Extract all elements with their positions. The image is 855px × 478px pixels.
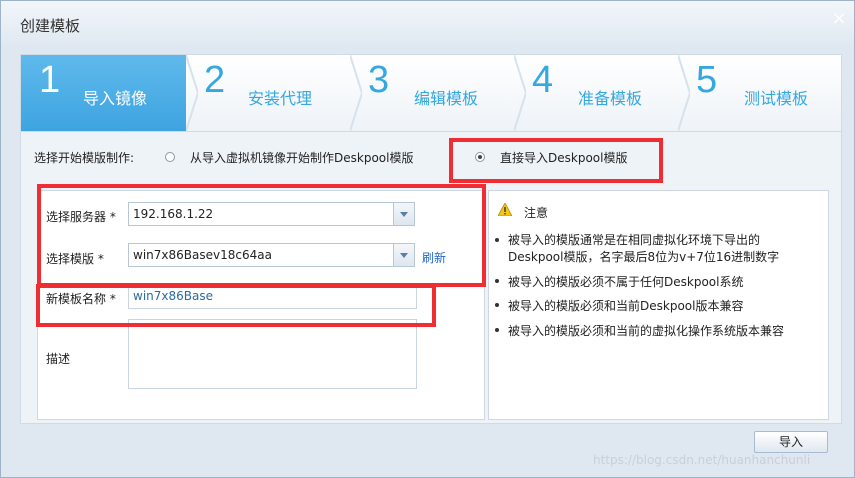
note-item-4: 被导入的模版必须和当前Deskpool版本兼容 <box>508 299 744 313</box>
dialog-title: 创建模板 <box>20 17 81 35</box>
template-select-value: win7x86Basev18c64aa <box>133 248 272 262</box>
note-item-5: 被导入的模版必须和当前的虚拟化操作系统版本兼容 <box>508 324 785 338</box>
step-label: 编辑模板 <box>414 89 479 108</box>
server-select-value: 192.168.1.22 <box>133 207 214 221</box>
step-label: 导入镜像 <box>83 89 148 108</box>
close-icon[interactable]: × <box>829 9 849 29</box>
mode-label: 选择开始模版制作: <box>34 151 135 165</box>
step-label: 测试模板 <box>744 89 809 108</box>
chevron-down-icon[interactable] <box>393 203 414 225</box>
wizard-steps: 1 导入镜像 2 安装代理 3 编辑模板 4 准备模板 5 测试模板 <box>20 54 842 132</box>
note-item-1: 被导入的模版通常是在相同虚拟化环境下导出的 <box>508 233 761 247</box>
step-install-agent[interactable]: 2 安装代理 <box>186 55 350 131</box>
step-number: 3 <box>368 59 390 101</box>
import-button[interactable]: 导入 <box>754 431 828 453</box>
step-test-template[interactable]: 5 测试模板 <box>678 55 841 131</box>
step-label: 安装代理 <box>248 89 313 108</box>
bullet-icon <box>495 303 499 307</box>
dialog-titlebar: 创建模板 × <box>1 1 854 47</box>
step-number: 2 <box>204 59 226 101</box>
template-label: 选择模版 * <box>46 252 104 266</box>
template-select[interactable]: win7x86Basev18c64aa <box>128 243 415 267</box>
note-title: 注意 <box>524 206 549 220</box>
bullet-icon <box>495 328 499 332</box>
option-from-vm-image-label: 从导入虚拟机镜像开始制作Deskpool模版 <box>190 151 414 165</box>
bullet-icon <box>495 238 499 242</box>
step-prepare-template[interactable]: 4 准备模板 <box>514 55 678 131</box>
step-number: 1 <box>39 59 61 101</box>
description-label: 描述 <box>46 352 71 366</box>
server-label: 选择服务器 * <box>46 210 116 224</box>
warning-icon <box>498 203 512 216</box>
step-edit-template[interactable]: 3 编辑模板 <box>350 55 514 131</box>
server-select[interactable]: 192.168.1.22 <box>128 202 415 226</box>
create-template-dialog: 创建模板 × 1 导入镜像 2 安装代理 3 编辑模板 4 准备模板 5 测试模… <box>0 0 855 478</box>
template-name-value: win7x86Base <box>133 289 213 303</box>
bullet-icon <box>495 279 499 283</box>
chevron-down-icon[interactable] <box>393 244 414 266</box>
refresh-link[interactable]: 刷新 <box>422 249 446 266</box>
template-name-input[interactable]: win7x86Base <box>128 285 417 309</box>
step-number: 4 <box>532 59 554 101</box>
step-number: 5 <box>696 59 718 101</box>
radio-from-vm-image[interactable] <box>165 152 175 162</box>
name-label: 新模板名称 * <box>46 292 116 306</box>
option-direct-import-label: 直接导入Deskpool模版 <box>500 151 628 165</box>
note-item-3: 被导入的模版必须不属于任何Deskpool系统 <box>508 275 744 289</box>
step-import-image[interactable]: 1 导入镜像 <box>21 55 186 131</box>
watermark-text: https://blog.csdn.net/huanhanchunli <box>593 453 811 467</box>
note-item-2: Deskpool模版，名字最后8位为v+7位16进制数字 <box>508 250 780 264</box>
description-textarea[interactable] <box>128 319 417 389</box>
step-label: 准备模板 <box>578 89 643 108</box>
radio-direct-import[interactable] <box>475 152 485 162</box>
